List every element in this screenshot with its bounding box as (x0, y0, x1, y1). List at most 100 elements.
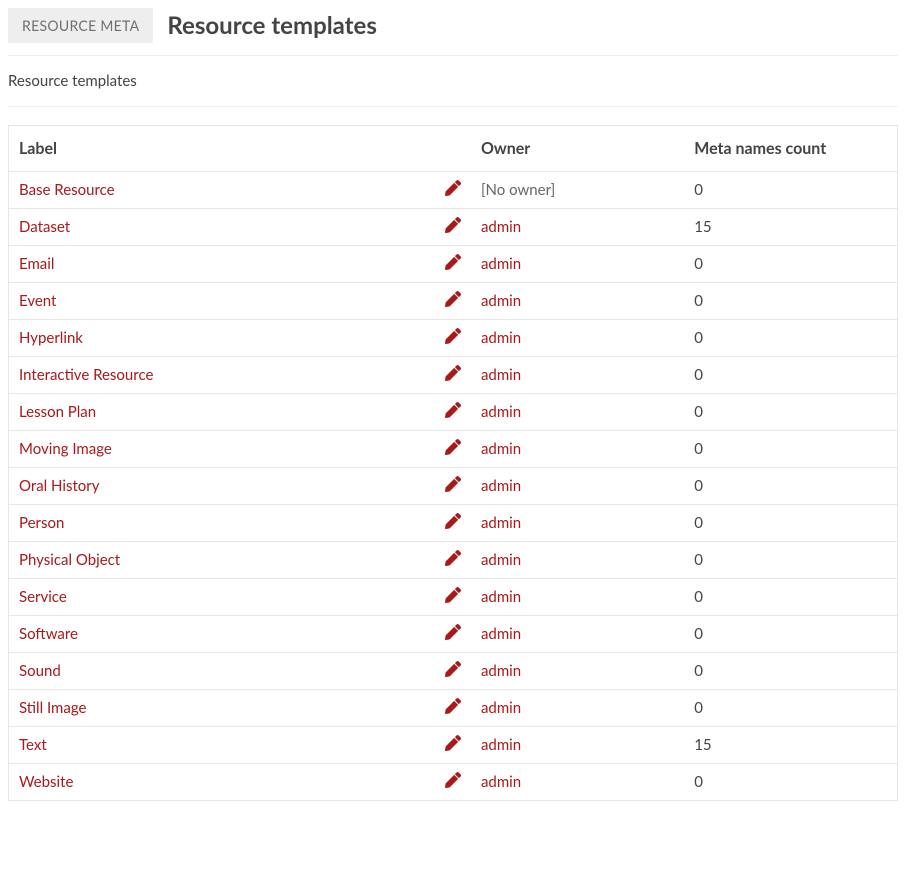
cell-owner: admin (471, 246, 684, 283)
cell-edit (435, 468, 471, 505)
template-link[interactable]: Still Image (19, 699, 86, 717)
column-header-label[interactable]: Label (9, 126, 471, 172)
cell-count: 0 (684, 283, 897, 320)
cell-edit (435, 616, 471, 653)
table-row: Moving Imageadmin0 (9, 431, 898, 468)
cell-label: Service (9, 579, 435, 616)
cell-label: Lesson Plan (9, 394, 435, 431)
cell-count: 0 (684, 653, 897, 690)
template-link[interactable]: Website (19, 773, 73, 791)
cell-label: Event (9, 283, 435, 320)
owner-link[interactable]: admin (481, 588, 521, 606)
cell-owner: admin (471, 616, 684, 653)
cell-count: 0 (684, 690, 897, 727)
column-header-owner[interactable]: Owner (471, 126, 684, 172)
owner-link[interactable]: admin (481, 255, 521, 273)
template-link[interactable]: Base Resource (19, 181, 115, 199)
table-row: Hyperlinkadmin0 (9, 320, 898, 357)
pencil-icon[interactable] (445, 291, 461, 307)
owner-link[interactable]: admin (481, 736, 521, 754)
pencil-icon[interactable] (445, 439, 461, 455)
template-link[interactable]: Text (19, 736, 47, 754)
cell-count: 0 (684, 468, 897, 505)
table-row: Datasetadmin15 (9, 209, 898, 246)
cell-edit (435, 727, 471, 764)
cell-count: 0 (684, 394, 897, 431)
cell-count: 0 (684, 764, 897, 801)
table-row: Event admin 0 (9, 283, 898, 320)
template-link[interactable]: Lesson Plan (19, 403, 96, 421)
template-link[interactable]: Hyperlink (19, 329, 83, 347)
cell-edit (435, 394, 471, 431)
owner-link[interactable]: admin (481, 440, 521, 458)
pencil-icon[interactable] (445, 772, 461, 788)
pencil-icon[interactable] (445, 254, 461, 270)
cell-owner: admin (471, 394, 684, 431)
cell-label: Text (9, 727, 435, 764)
owner-link[interactable]: admin (481, 625, 521, 643)
pencil-icon[interactable] (445, 476, 461, 492)
table-row: Oral History admin 0 (9, 468, 898, 505)
pencil-icon[interactable] (445, 402, 461, 418)
cell-edit (435, 283, 471, 320)
table-row: Text admin 15 (9, 727, 898, 764)
cell-label: Still Image (9, 690, 435, 727)
table-header-row: Label Owner Meta names count (9, 126, 898, 172)
pencil-icon[interactable] (445, 328, 461, 344)
cell-owner: admin (471, 653, 684, 690)
template-link[interactable]: Oral History (19, 477, 100, 495)
owner-link[interactable]: admin (481, 773, 521, 791)
owner-link[interactable]: admin (481, 551, 521, 569)
owner-link[interactable]: admin (481, 329, 521, 347)
pencil-icon[interactable] (445, 180, 461, 196)
template-link[interactable]: Physical Object (19, 551, 120, 569)
pencil-icon[interactable] (445, 698, 461, 714)
template-link[interactable]: Software (19, 625, 78, 643)
pencil-icon[interactable] (445, 513, 461, 529)
cell-owner: admin (471, 690, 684, 727)
table-row: Lesson Plan admin 0 (9, 394, 898, 431)
table-row: Personadmin0 (9, 505, 898, 542)
owner-link[interactable]: admin (481, 403, 521, 421)
owner-link[interactable]: admin (481, 366, 521, 384)
cell-owner: admin (471, 542, 684, 579)
template-link[interactable]: Dataset (19, 218, 70, 236)
cell-edit (435, 505, 471, 542)
owner-none: [No owner] (481, 181, 555, 199)
cell-count: 0 (684, 246, 897, 283)
cell-count: 0 (684, 542, 897, 579)
pencil-icon[interactable] (445, 365, 461, 381)
owner-link[interactable]: admin (481, 218, 521, 236)
owner-link[interactable]: admin (481, 699, 521, 717)
cell-edit (435, 246, 471, 283)
table-row: Website admin 0 (9, 764, 898, 801)
page-title: Resource templates (167, 11, 376, 40)
column-header-count[interactable]: Meta names count (684, 126, 897, 172)
template-link[interactable]: Interactive Resource (19, 366, 153, 384)
page-header: RESOURCE META Resource templates (8, 8, 898, 56)
cell-owner: admin (471, 357, 684, 394)
owner-link[interactable]: admin (481, 514, 521, 532)
pencil-icon[interactable] (445, 550, 461, 566)
cell-count: 15 (684, 727, 897, 764)
template-link[interactable]: Email (19, 255, 54, 273)
template-link[interactable]: Sound (19, 662, 61, 680)
owner-link[interactable]: admin (481, 292, 521, 310)
pencil-icon[interactable] (445, 217, 461, 233)
owner-link[interactable]: admin (481, 662, 521, 680)
pencil-icon[interactable] (445, 661, 461, 677)
template-link[interactable]: Event (19, 292, 56, 310)
pencil-icon[interactable] (445, 587, 461, 603)
cell-owner: admin (471, 209, 684, 246)
template-link[interactable]: Moving Image (19, 440, 112, 458)
owner-link[interactable]: admin (481, 477, 521, 495)
cell-edit (435, 320, 471, 357)
template-link[interactable]: Service (19, 588, 67, 606)
cell-owner: admin (471, 431, 684, 468)
pencil-icon[interactable] (445, 735, 461, 751)
cell-count: 0 (684, 357, 897, 394)
cell-edit (435, 172, 471, 209)
table-row: Still Image admin 0 (9, 690, 898, 727)
pencil-icon[interactable] (445, 624, 461, 640)
template-link[interactable]: Person (19, 514, 64, 532)
